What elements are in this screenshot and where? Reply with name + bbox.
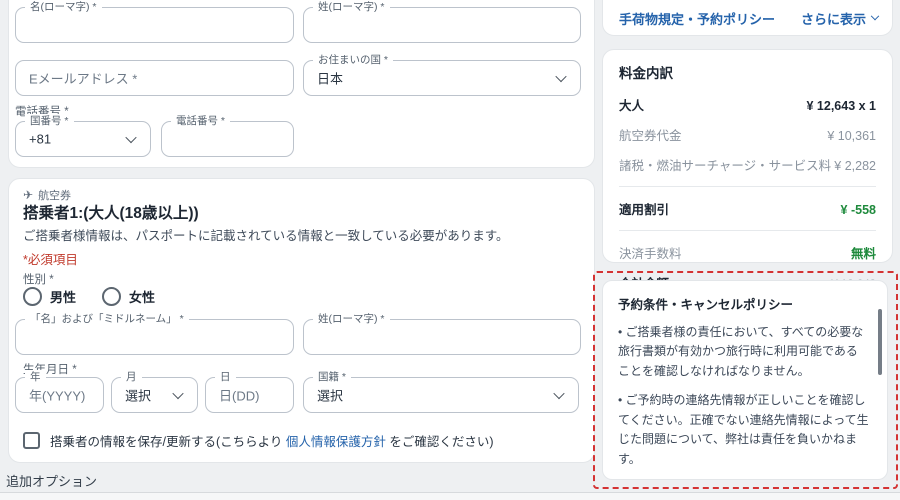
dob-day-input[interactable]: 日 日(DD)	[205, 370, 294, 413]
email-input[interactable]: Eメールアドレス *	[15, 60, 294, 96]
gender-radio-group: 男性 女性	[23, 287, 155, 306]
price-row-taxes: 諸税・燃油サーチャージ・サービス料 ¥ 2,282	[619, 159, 876, 173]
save-passenger-info-checkbox[interactable]	[23, 432, 40, 449]
dob-year-input[interactable]: 年 年(YYYY)	[15, 370, 104, 413]
gender-female-label: 女性	[129, 290, 156, 305]
airplane-icon: ✈	[23, 188, 34, 202]
passenger-card: ✈ 航空券 搭乗者1:(大人(18歳以上)) ご搭乗者様情報は、パスポートに記載さ…	[8, 178, 595, 463]
price-divider	[619, 230, 876, 231]
show-more-link[interactable]: さらに表示	[801, 9, 880, 28]
dob-month-label: 月	[121, 370, 142, 384]
first-name-romaji-input[interactable]: 名(ローマ字) *	[15, 0, 294, 43]
passenger-last-name-label: 姓(ローマ字) *	[313, 312, 390, 326]
passenger-first-middle-name-label: 「名」および「ミドルネーム」 *	[25, 312, 189, 326]
dob-month-value: 選択	[125, 388, 152, 404]
annotation-highlight-box: 予約条件・キャンセルポリシー • ご搭乗者様の責任において、すべての必要な旅行書…	[593, 271, 898, 489]
booking-conditions-card: 予約条件・キャンセルポリシー • ご搭乗者様の責任において、すべての必要な旅行書…	[602, 280, 888, 480]
gender-female-option[interactable]: 女性	[102, 287, 155, 306]
dob-year-placeholder: 年(YYYY)	[29, 388, 86, 404]
nationality-label: 国籍 *	[313, 370, 352, 384]
chevron-down-icon	[555, 70, 567, 83]
price-breakdown-title: 料金内訳	[619, 66, 673, 81]
chevron-down-icon	[553, 387, 565, 400]
passenger-description: ご搭乗者様情報は、パスポートに記載されている情報と一致している必要があります。	[23, 229, 509, 243]
price-breakdown-card: 料金内訳 大人 ¥ 12,643 x 1 航空券代金 ¥ 10,361 諸税・燃…	[602, 49, 893, 313]
additional-options-heading: 追加オプション	[6, 474, 98, 489]
policy-links-row: 手荷物規定・予約ポリシー さらに表示	[619, 9, 880, 28]
save-passenger-info-text: 搭乗者の情報を保存/更新する(こちらより 個人情報保護方針 をご確認ください)	[50, 435, 494, 449]
contact-form-card: 名(ローマ字) * 姓(ローマ字) * Eメールアドレス * お住まいの国 * …	[8, 0, 595, 168]
gender-male-option[interactable]: 男性	[23, 287, 76, 306]
condition-bullet: • ご予約時の連絡先情報が正しいことを確認してください。正確でない連絡先情報によ…	[618, 393, 869, 466]
chevron-down-icon	[172, 387, 184, 400]
price-row-discount: 適用割引 ¥ -558	[619, 203, 876, 217]
phone-number-input[interactable]: 電話番号 *	[161, 114, 294, 157]
country-code-value: +81	[29, 131, 52, 147]
country-of-residence-label: お住まいの国 *	[313, 53, 394, 67]
dob-day-label: 日	[215, 370, 236, 384]
passenger-first-middle-name-input[interactable]: 「名」および「ミドルネーム」 *	[15, 312, 294, 355]
country-of-residence-select[interactable]: お住まいの国 * 日本	[303, 53, 581, 96]
chevron-down-icon	[870, 11, 880, 20]
price-divider	[619, 186, 876, 187]
last-name-romaji-label: 姓(ローマ字) *	[313, 0, 390, 14]
dob-day-placeholder: 日(DD)	[219, 388, 260, 404]
country-of-residence-value: 日本	[317, 71, 344, 87]
price-row-adult: 大人 ¥ 12,643 x 1	[619, 99, 876, 113]
gender-male-label: 男性	[50, 290, 77, 305]
next-section-background	[0, 493, 900, 500]
passenger-title: 搭乗者1:(大人(18歳以上))	[23, 205, 199, 222]
scrollbar-thumb[interactable]	[878, 309, 882, 375]
phone-number-label: 電話番号 *	[171, 114, 231, 128]
nationality-value: 選択	[317, 388, 344, 404]
radio-icon[interactable]	[23, 287, 42, 306]
passenger-last-name-input[interactable]: 姓(ローマ字) *	[303, 312, 581, 355]
nationality-select[interactable]: 国籍 * 選択	[303, 370, 579, 413]
required-fields-note: *必須項目	[23, 253, 78, 267]
price-row-fee: 決済手数料 無料	[619, 247, 876, 261]
baggage-policy-link[interactable]: 手荷物規定・予約ポリシー	[619, 9, 775, 28]
first-name-romaji-label: 名(ローマ字) *	[25, 0, 102, 14]
dob-year-label: 年	[25, 370, 46, 384]
booking-conditions-title: 予約条件・キャンセルポリシー	[618, 298, 794, 312]
condition-bullet: • お客様が航空会社に直接フライトの変更を依頼した場合、または航空会社側が変更を…	[618, 479, 869, 480]
flight-booking-page: 名(ローマ字) * 姓(ローマ字) * Eメールアドレス * お住まいの国 * …	[0, 0, 900, 500]
country-code-select[interactable]: 国番号 * +81	[15, 114, 151, 157]
policy-links-card: 手荷物規定・予約ポリシー さらに表示	[602, 0, 893, 36]
chevron-down-icon	[125, 131, 137, 144]
email-placeholder: Eメールアドレス *	[29, 71, 138, 87]
condition-bullet: • ご搭乗者様の責任において、すべての必要な旅行書類が有効かつ旅行時に利用可能で…	[618, 325, 864, 378]
last-name-romaji-input[interactable]: 姓(ローマ字) *	[303, 0, 581, 43]
price-row-fare: 航空券代金 ¥ 10,361	[619, 129, 876, 143]
privacy-policy-link[interactable]: 個人情報保護方針	[286, 435, 386, 449]
country-code-label: 国番号 *	[25, 114, 74, 128]
radio-icon[interactable]	[102, 287, 122, 306]
save-passenger-info-row: 搭乗者の情報を保存/更新する(こちらより 個人情報保護方針 をご確認ください)	[23, 431, 494, 450]
dob-month-select[interactable]: 月 選択	[111, 370, 198, 413]
gender-label: 性別 *	[23, 274, 54, 286]
